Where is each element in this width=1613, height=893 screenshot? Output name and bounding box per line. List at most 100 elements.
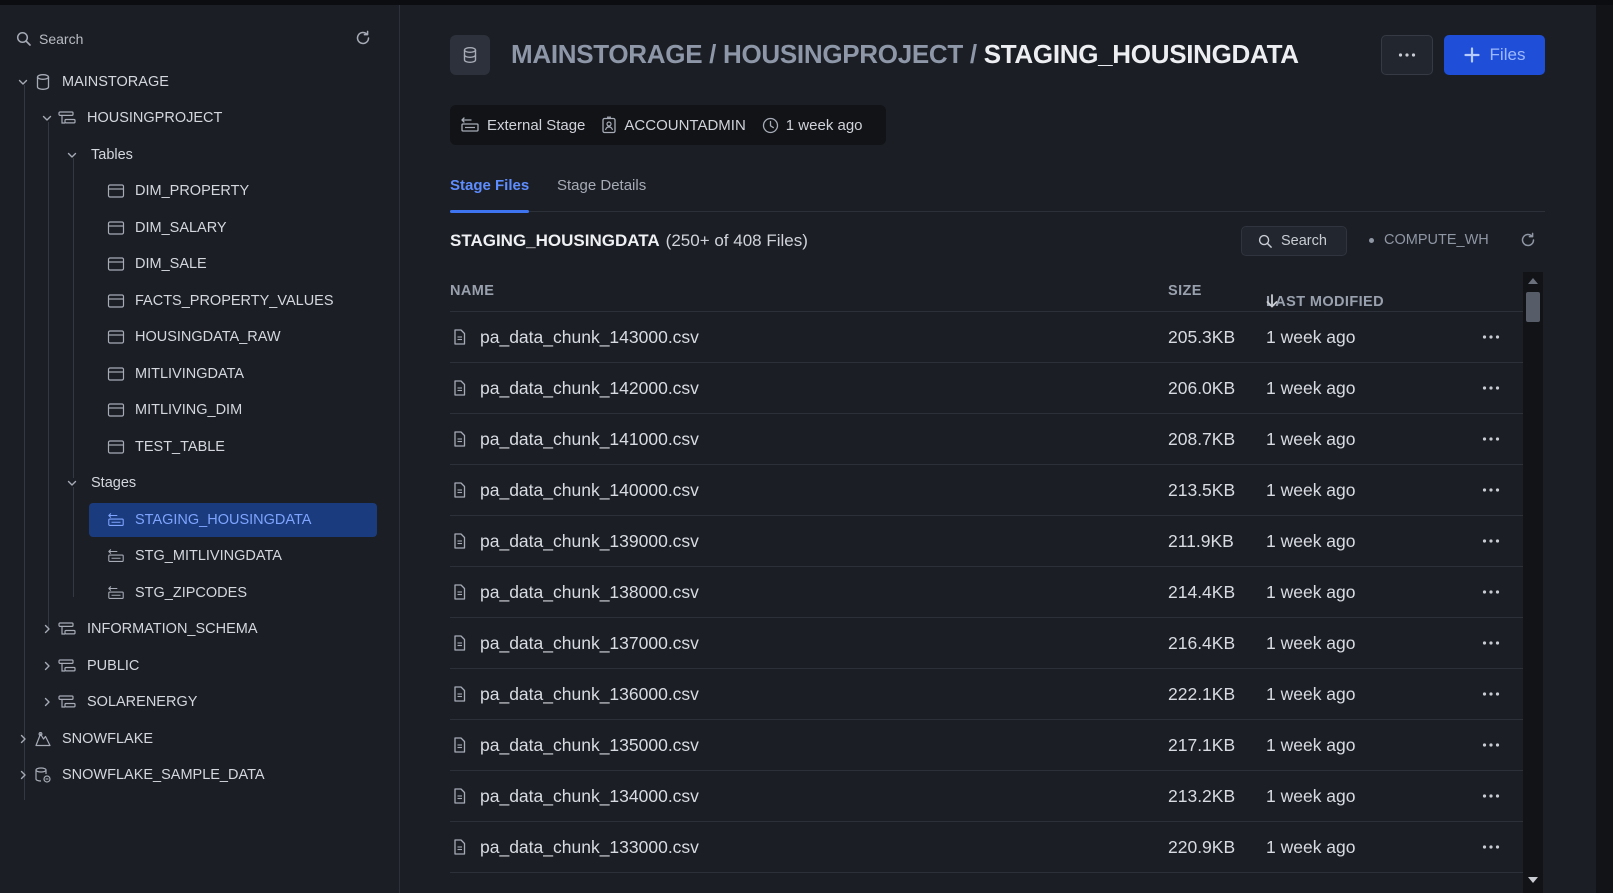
row-actions-icon[interactable] [1476, 836, 1506, 858]
file-size: 208.7KB [1168, 429, 1236, 449]
sidebar-item-solarenergy[interactable]: SOLARENERGY [40, 685, 197, 719]
sidebar-item-label: DIM_SALE [135, 256, 207, 272]
sidebar-item-test-table[interactable]: TEST_TABLE [107, 430, 225, 464]
sidebar-item-staging-housingdata[interactable]: STAGING_HOUSINGDATA [89, 503, 377, 537]
file-search-button[interactable]: Search [1241, 226, 1347, 256]
sidebar-item-mainstorage[interactable]: MAINSTORAGE [16, 65, 169, 99]
scroll-up-arrow-icon[interactable] [1528, 278, 1538, 284]
file-name[interactable]: pa_data_chunk_136000.csv [480, 684, 699, 705]
file-name[interactable]: pa_data_chunk_140000.csv [480, 480, 699, 501]
file-name[interactable]: pa_data_chunk_135000.csv [480, 735, 699, 756]
sidebar-item-housingproject[interactable]: HOUSINGPROJECT [40, 101, 222, 135]
tab-stage-files[interactable]: Stage Files [450, 177, 530, 213]
file-name[interactable]: pa_data_chunk_137000.csv [480, 633, 699, 654]
row-actions-icon[interactable] [1476, 377, 1506, 399]
file-name[interactable]: pa_data_chunk_134000.csv [480, 786, 699, 807]
refresh-icon[interactable] [354, 29, 372, 47]
file-last-modified: 1 week ago [1266, 327, 1356, 347]
chevron-down-icon[interactable] [65, 476, 79, 490]
sidebar-item-tables[interactable]: Tables [65, 138, 133, 172]
file-name[interactable]: pa_data_chunk_141000.csv [480, 429, 699, 450]
table-row[interactable]: pa_data_chunk_138000.csv 214.4KB 1 week ag… [450, 567, 1523, 618]
row-actions-icon[interactable] [1476, 581, 1506, 603]
role-icon [601, 116, 617, 134]
add-files-button[interactable]: Files [1444, 35, 1545, 75]
sidebar-item-facts-property-values[interactable]: FACTS_PROPERTY_VALUES [107, 284, 334, 318]
sidebar-item-stages[interactable]: Stages [65, 466, 136, 500]
column-header-name[interactable]: NAME [450, 283, 494, 299]
table-row[interactable]: pa_data_chunk_143000.csv 205.3KB 1 week ag… [450, 312, 1523, 363]
row-actions-icon[interactable] [1476, 785, 1506, 807]
sidebar-item-housingdata-raw[interactable]: HOUSINGDATA_RAW [107, 320, 281, 354]
table-row[interactable]: pa_data_chunk_135000.csv 217.1KB 1 week ag… [450, 720, 1523, 771]
column-header-size[interactable]: SIZE [1168, 283, 1202, 299]
file-name[interactable]: pa_data_chunk_133000.csv [480, 837, 699, 858]
sidebar-item-mitlivingdata[interactable]: MITLIVINGDATA [107, 357, 244, 391]
row-actions-icon[interactable] [1476, 479, 1506, 501]
row-actions-icon[interactable] [1476, 428, 1506, 450]
table-row[interactable]: pa_data_chunk_142000.csv 206.0KB 1 week ag… [450, 363, 1523, 414]
sidebar-item-label: Stages [91, 475, 137, 491]
sidebar-search[interactable]: Search [14, 25, 384, 53]
tree-guide-line [73, 487, 74, 597]
warehouse-name: COMPUTE_WH [1384, 232, 1489, 248]
sidebar-search-placeholder: Search [39, 31, 84, 47]
file-size: 214.4KB [1168, 582, 1236, 602]
file-size: 211.9KB [1168, 531, 1234, 551]
schema-icon [58, 620, 76, 638]
table-row[interactable]: pa_data_chunk_137000.csv 216.4KB 1 week ag… [450, 618, 1523, 669]
chevron-right-icon[interactable] [16, 732, 30, 746]
created-label: 1 week ago [785, 116, 863, 134]
breadcrumb-mainstorage[interactable]: MAINSTORAGE / [511, 39, 723, 69]
sidebar-item-label: MITLIVINGDATA [135, 366, 245, 382]
chevron-down-icon[interactable] [65, 148, 79, 162]
file-name[interactable]: pa_data_chunk_142000.csv [480, 378, 699, 399]
more-actions-button[interactable] [1381, 35, 1433, 75]
row-actions-icon[interactable] [1476, 734, 1506, 756]
warehouse-selector[interactable]: COMPUTE_WH [1369, 232, 1489, 248]
chevron-right-icon[interactable] [40, 659, 54, 673]
file-name[interactable]: pa_data_chunk_138000.csv [480, 582, 699, 603]
scrollbar-thumb[interactable] [1526, 292, 1540, 322]
table-row[interactable]: pa_data_chunk_133000.csv 220.9KB 1 week ag… [450, 822, 1523, 873]
chevron-down-icon[interactable] [16, 75, 30, 89]
table-row[interactable]: pa_data_chunk_134000.csv 213.2KB 1 week ag… [450, 771, 1523, 822]
table-row[interactable]: pa_data_chunk_140000.csv 213.5KB 1 week ag… [450, 465, 1523, 516]
row-actions-icon[interactable] [1476, 683, 1506, 705]
sidebar-item-stg-mitlivingdata[interactable]: STG_MITLIVINGDATA [107, 539, 282, 573]
chevron-right-icon[interactable] [16, 768, 30, 782]
window-scrollbar[interactable] [1596, 5, 1613, 893]
chevron-right-icon[interactable] [40, 695, 54, 709]
sidebar-item-label: INFORMATION_SCHEMA [87, 621, 258, 637]
file-size: 206.0KB [1168, 378, 1236, 398]
row-actions-icon[interactable] [1476, 632, 1506, 654]
tab-stage-details[interactable]: Stage Details [557, 177, 646, 194]
sidebar-item-public[interactable]: PUBLIC [40, 649, 139, 683]
table-row[interactable]: pa_data_chunk_136000.csv 222.1KB 1 week ag… [450, 669, 1523, 720]
refresh-icon[interactable] [1519, 231, 1537, 249]
row-actions-icon[interactable] [1476, 326, 1506, 348]
sidebar-item-dim-sale[interactable]: DIM_SALE [107, 247, 207, 281]
sidebar-item-stg-zipcodes[interactable]: STG_ZIPCODES [107, 576, 247, 610]
breadcrumb-housingproject[interactable]: HOUSINGPROJECT / [723, 39, 984, 69]
sidebar-item-dim-property[interactable]: DIM_PROPERTY [107, 174, 249, 208]
scroll-down-arrow-icon[interactable] [1528, 877, 1538, 883]
chevron-right-icon[interactable] [40, 622, 54, 636]
search-icon [1258, 234, 1273, 249]
table-icon [107, 365, 125, 383]
sidebar-item-mitliving-dim[interactable]: MITLIVING_DIM [107, 393, 242, 427]
file-icon [453, 788, 466, 804]
sidebar-item-dim-salary[interactable]: DIM_SALARY [107, 211, 227, 245]
stage-tabs: Stage Files Stage Details [450, 165, 1545, 213]
table-row[interactable]: pa_data_chunk_139000.csv 211.9KB 1 week ag… [450, 516, 1523, 567]
sidebar-item-snowflake-sample-data[interactable]: SNOWFLAKE_SAMPLE_DATA [16, 758, 265, 792]
table-row[interactable]: pa_data_chunk_141000.csv 208.7KB 1 week ag… [450, 414, 1523, 465]
file-name[interactable]: pa_data_chunk_139000.csv [480, 531, 699, 552]
sidebar-item-label: STAGING_HOUSINGDATA [135, 512, 312, 528]
sidebar-item-snowflake[interactable]: SNOWFLAKE [16, 722, 153, 756]
row-actions-icon[interactable] [1476, 530, 1506, 552]
file-table-scrollbar[interactable] [1523, 272, 1543, 893]
sidebar-item-information-schema[interactable]: INFORMATION_SCHEMA [40, 612, 258, 646]
file-name[interactable]: pa_data_chunk_143000.csv [480, 327, 699, 348]
chevron-down-icon[interactable] [40, 111, 54, 125]
